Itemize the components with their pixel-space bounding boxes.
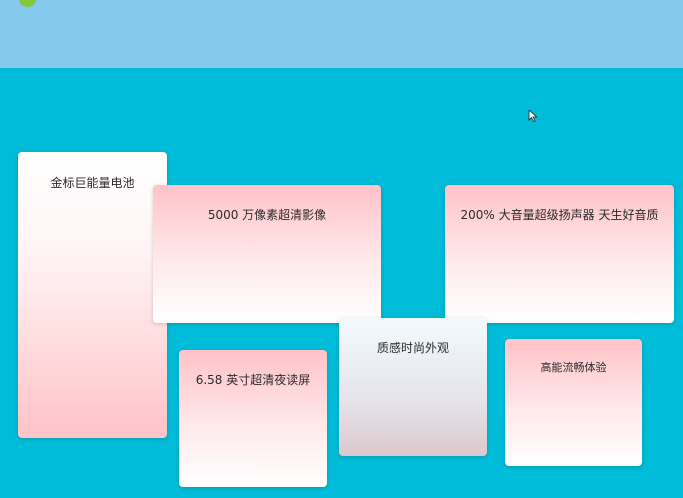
feature-card-label: 金标巨能量电池	[50, 176, 135, 190]
feature-card-camera[interactable]: 5000 万像素超清影像	[153, 185, 381, 323]
app-icon	[19, 0, 36, 7]
feature-card-label: 质感时尚外观	[376, 341, 449, 355]
feature-card-label: 200% 大音量超级扬声器 天生好音质	[460, 208, 659, 222]
feature-card-design[interactable]: 质感时尚外观	[339, 318, 487, 456]
top-banner	[0, 0, 683, 68]
feature-card-speaker[interactable]: 200% 大音量超级扬声器 天生好音质	[445, 185, 674, 323]
feature-card-label: 6.58 英寸超清夜读屏	[195, 373, 311, 387]
cursor-arrow-icon	[528, 110, 538, 122]
feature-card-label: 高能流畅体验	[540, 361, 607, 374]
feature-card-screen[interactable]: 6.58 英寸超清夜读屏	[179, 350, 327, 487]
feature-card-label: 5000 万像素超清影像	[207, 208, 327, 222]
feature-card-battery[interactable]: 金标巨能量电池	[18, 152, 167, 438]
feature-card-performance[interactable]: 高能流畅体验	[505, 339, 642, 466]
